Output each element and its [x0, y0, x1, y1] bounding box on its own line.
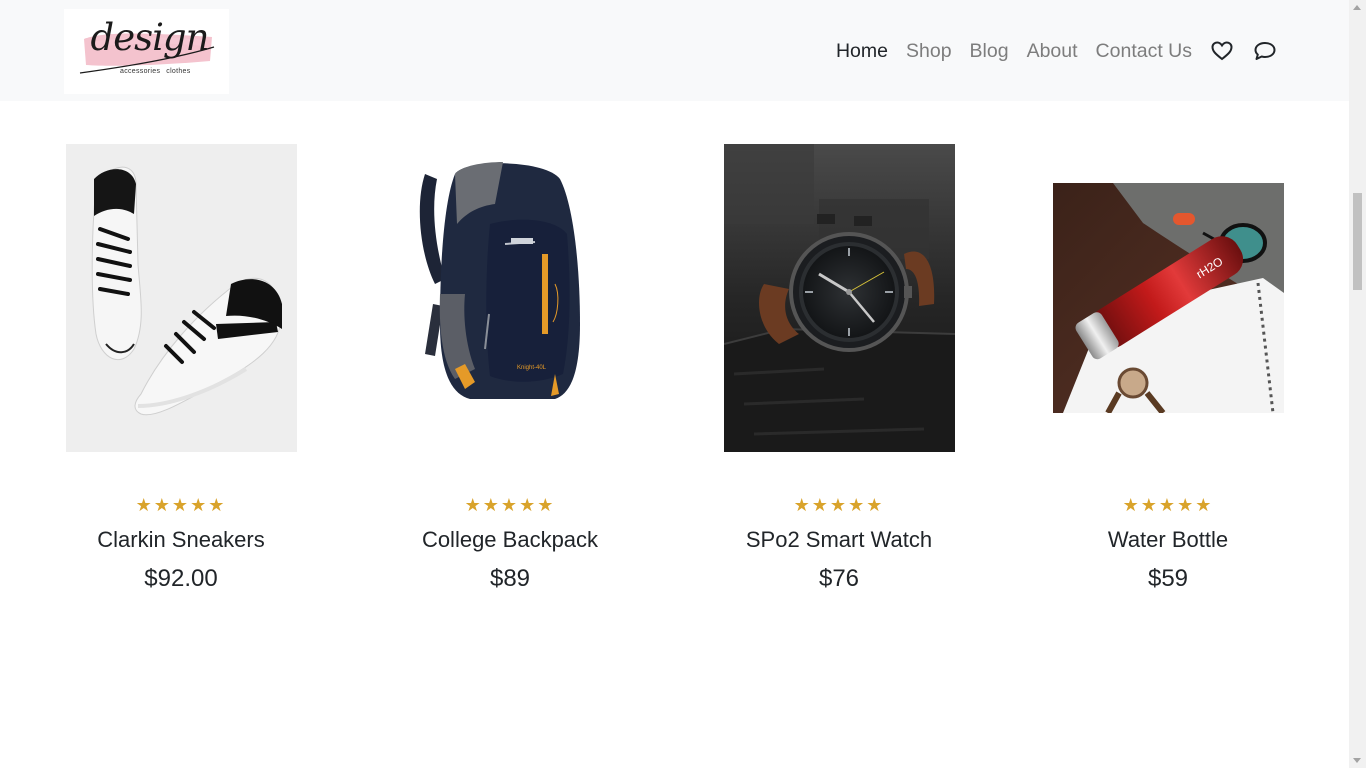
rating-stars: ★★★★★: [464, 495, 556, 515]
main-nav: Home Shop Blog About Contact Us: [818, 36, 1278, 66]
nav-blog[interactable]: Blog: [970, 36, 1009, 66]
scrollbar-thumb[interactable]: [1353, 193, 1362, 290]
product-name[interactable]: Water Bottle: [1018, 527, 1318, 553]
product-price: $92.00: [144, 565, 218, 592]
logo-tagline-accessories: accessories: [120, 68, 161, 75]
rating-stars: ★★★★★: [1122, 495, 1214, 515]
site-header: design accessories clothes Home Shop Blog…: [0, 0, 1349, 101]
product-image-sneakers[interactable]: [66, 144, 297, 452]
product-name[interactable]: SPo2 Smart Watch: [689, 527, 989, 553]
product-image-bottle[interactable]: rH2O: [1053, 183, 1284, 413]
nav-about[interactable]: About: [1027, 36, 1078, 66]
rating-stars: ★★★★★: [793, 495, 885, 515]
logo-tagline: accessories clothes: [120, 68, 200, 75]
logo-wordmark: design: [90, 16, 210, 59]
nav-shop[interactable]: Shop: [906, 36, 952, 66]
nav-home[interactable]: Home: [836, 36, 888, 66]
heart-icon[interactable]: [1209, 38, 1235, 64]
product-price: $76: [818, 565, 860, 592]
nav-contact-us[interactable]: Contact Us: [1096, 36, 1192, 66]
product-name[interactable]: Clarkin Sneakers: [31, 527, 331, 553]
scroll-down-arrow-icon[interactable]: [1353, 758, 1361, 763]
product-price: $89: [489, 565, 531, 592]
product-price: $59: [1147, 565, 1189, 592]
product-grid: ★★★★★ Clarkin Sneakers $92.00 Knight-40L…: [0, 101, 1349, 768]
product-name[interactable]: College Backpack: [360, 527, 660, 553]
vertical-scrollbar[interactable]: [1349, 0, 1366, 768]
brand-logo[interactable]: design accessories clothes: [64, 9, 229, 94]
scroll-up-arrow-icon[interactable]: [1353, 5, 1361, 10]
product-image-backpack[interactable]: Knight-40L: [395, 144, 626, 452]
product-image-watch[interactable]: [724, 144, 955, 452]
rating-stars: ★★★★★: [135, 495, 227, 515]
chat-icon[interactable]: [1252, 38, 1278, 64]
logo-tagline-clothes: clothes: [166, 68, 191, 75]
svg-text:Knight-40L: Knight-40L: [517, 365, 547, 371]
